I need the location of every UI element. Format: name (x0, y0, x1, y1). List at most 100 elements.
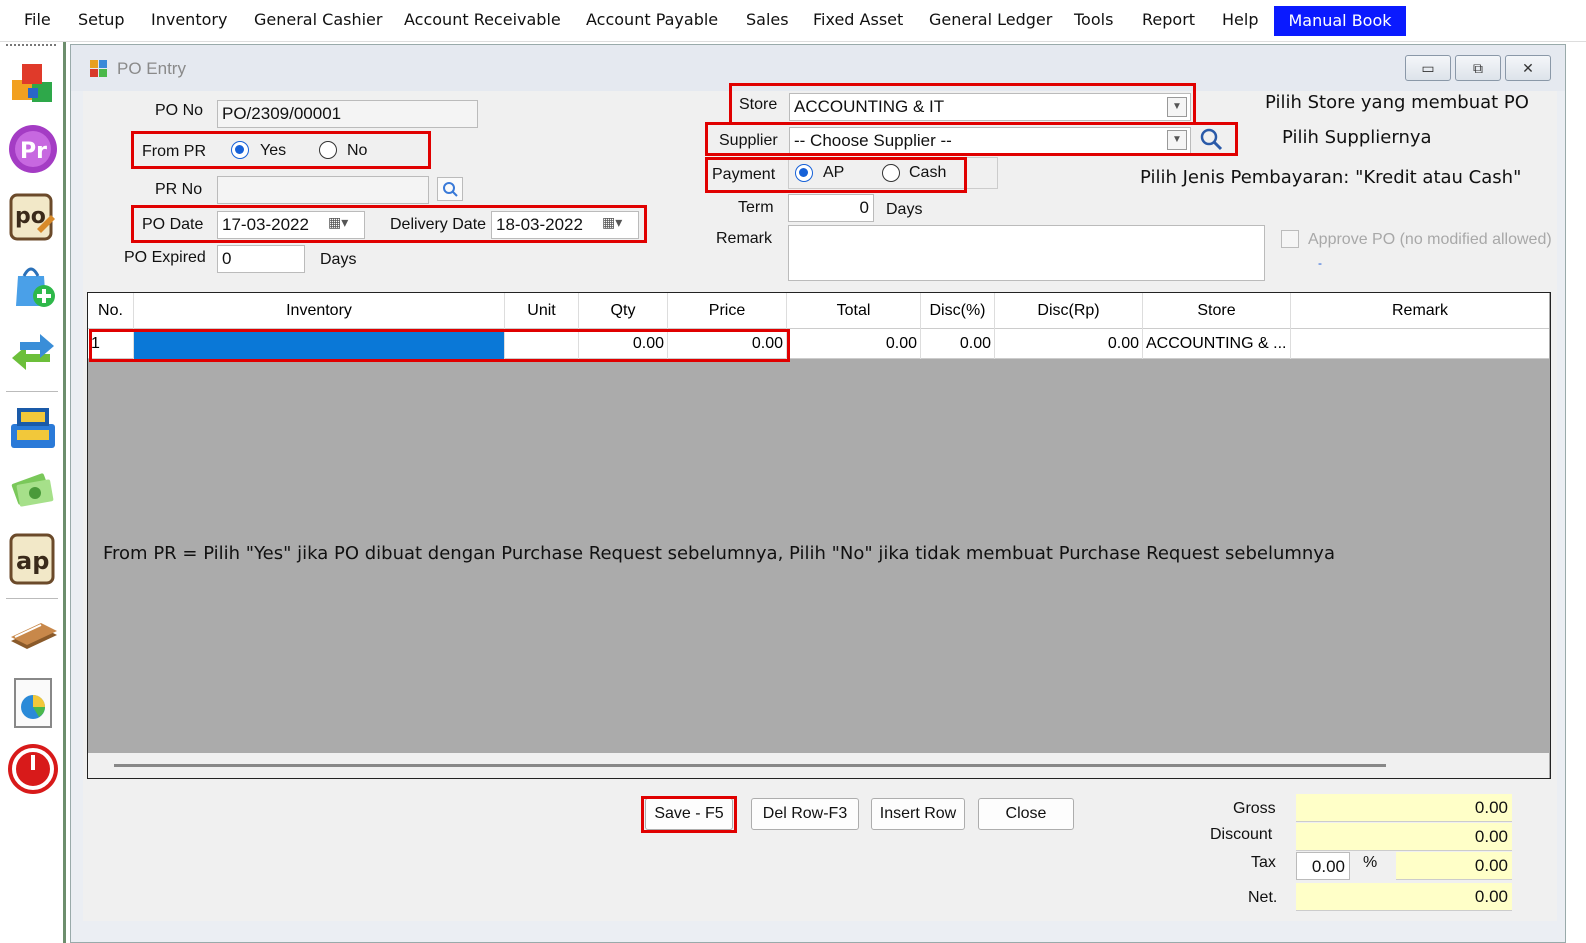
gross-value: 0.00 (1296, 794, 1512, 822)
shopping-bag-add-icon[interactable] (6, 258, 60, 312)
account-payable-icon[interactable]: ap (6, 532, 60, 586)
po-expired-field[interactable]: 0 (217, 245, 305, 273)
toolbar-grip (6, 44, 56, 46)
discount-label: Discount (1210, 826, 1273, 843)
purchase-request-icon[interactable]: Pr (6, 122, 60, 176)
table-row[interactable]: 1 0.00 0.00 0.00 0.00 0.00 ACCOUNTING & … (88, 329, 1549, 359)
col-qty[interactable]: Qty (579, 293, 668, 329)
menu-file[interactable]: File (24, 10, 51, 29)
cell-disc-pct[interactable]: 0.00 (921, 329, 995, 359)
menu-inventory[interactable]: Inventory (151, 10, 227, 29)
toolbar-separator (6, 598, 58, 599)
from-pr-annotation: From PR = Pilih "Yes" jika PO dibuat den… (103, 543, 1335, 564)
col-inventory[interactable]: Inventory (134, 293, 505, 329)
menu-setup[interactable]: Setup (78, 10, 125, 29)
tax-pct-field[interactable]: 0.00 (1296, 852, 1350, 880)
tax-pct-sign: % (1363, 854, 1378, 871)
supplier-select[interactable]: -- Choose Supplier -- (789, 127, 1191, 155)
menu-tools[interactable]: Tools (1074, 10, 1113, 29)
store-select[interactable]: ACCOUNTING & IT (789, 93, 1191, 121)
cell-price[interactable]: 0.00 (668, 329, 787, 359)
col-no[interactable]: No. (88, 293, 134, 329)
del-row-button[interactable]: Del Row-F3 (751, 798, 859, 830)
col-price[interactable]: Price (668, 293, 787, 329)
gross-label: Gross (1233, 800, 1276, 817)
po-expired-days-label: Days (320, 251, 357, 268)
menu-bar: File Setup Inventory General Cashier Acc… (0, 0, 1586, 42)
from-pr-no-radio[interactable] (319, 141, 337, 159)
inventory-boxes-icon[interactable] (6, 56, 60, 110)
transfer-arrows-icon[interactable] (6, 326, 60, 380)
save-button[interactable]: Save - F5 (645, 798, 733, 830)
payment-cash-label: Cash (909, 164, 947, 181)
restore-button[interactable]: ⧉ (1455, 55, 1501, 81)
purchase-order-icon[interactable]: po (6, 190, 60, 244)
cell-disc-rp[interactable]: 0.00 (995, 329, 1143, 359)
horizontal-scrollbar[interactable] (114, 764, 1386, 767)
approve-po-status: - (1318, 256, 1322, 270)
tax-label: Tax (1251, 854, 1276, 871)
payment-ap-radio[interactable] (795, 164, 813, 182)
calendar-icon[interactable]: ▦▾ (602, 214, 622, 231)
menu-account-payable[interactable]: Account Payable (586, 10, 718, 29)
po-no-label: PO No (155, 102, 204, 119)
power-off-icon[interactable] (6, 742, 60, 796)
report-chart-icon[interactable] (6, 676, 60, 730)
payment-cash-radio[interactable] (882, 164, 900, 182)
tax-value: 0.00 (1396, 852, 1512, 880)
po-no-field[interactable]: PO/2309/00001 (217, 100, 478, 128)
menu-general-cashier[interactable]: General Cashier (254, 10, 382, 29)
menu-account-receivable[interactable]: Account Receivable (404, 10, 561, 29)
col-disc-pct[interactable]: Disc(%) (921, 293, 995, 329)
col-remark[interactable]: Remark (1291, 293, 1549, 329)
store-label: Store (739, 96, 778, 113)
supplier-annotation: Pilih Suppliernya (1282, 127, 1432, 148)
chevron-down-icon[interactable]: ▼ (1167, 130, 1187, 150)
from-pr-label: From PR (142, 143, 206, 160)
minimize-button[interactable]: ▭ (1405, 55, 1451, 81)
close-button[interactable]: Close (978, 798, 1074, 830)
term-label: Term (738, 199, 774, 216)
cell-remark[interactable] (1291, 329, 1549, 359)
remark-field[interactable] (788, 225, 1265, 281)
chevron-down-icon[interactable]: ▼ (1167, 97, 1187, 117)
from-pr-no-label: No (347, 142, 368, 159)
money-icon[interactable] (6, 462, 60, 516)
supplier-search-icon[interactable] (1198, 126, 1226, 157)
term-days-label: Days (886, 201, 923, 218)
cashier-register-icon[interactable] (6, 400, 60, 454)
cell-store[interactable]: ACCOUNTING & ... (1143, 329, 1291, 359)
menu-manual-book[interactable]: Manual Book (1274, 6, 1406, 36)
approve-po-label: Approve PO (no modified allowed) (1308, 231, 1552, 248)
col-store[interactable]: Store (1143, 293, 1291, 329)
close-window-button[interactable]: ✕ (1505, 55, 1551, 81)
discount-value[interactable]: 0.00 (1296, 823, 1512, 851)
col-total[interactable]: Total (787, 293, 921, 329)
col-disc-rp[interactable]: Disc(Rp) (995, 293, 1143, 329)
term-field[interactable]: 0 (788, 194, 874, 222)
from-pr-yes-radio[interactable] (231, 141, 249, 159)
col-unit[interactable]: Unit (505, 293, 579, 329)
cell-qty[interactable]: 0.00 (579, 329, 668, 359)
menu-help[interactable]: Help (1222, 10, 1258, 29)
svg-text:Pr: Pr (20, 139, 47, 164)
cell-unit[interactable] (505, 329, 579, 359)
cell-inventory[interactable] (134, 329, 505, 359)
calendar-icon[interactable]: ▦▾ (328, 214, 348, 231)
menu-sales[interactable]: Sales (746, 10, 789, 29)
pr-no-label: PR No (155, 181, 203, 198)
menu-general-ledger[interactable]: General Ledger (929, 10, 1052, 29)
cell-total[interactable]: 0.00 (787, 329, 921, 359)
menu-report[interactable]: Report (1142, 10, 1195, 29)
cell-no[interactable]: 1 (88, 329, 134, 359)
net-value: 0.00 (1296, 883, 1512, 911)
insert-row-button[interactable]: Insert Row (871, 798, 965, 830)
ledger-book-icon[interactable] (6, 606, 60, 660)
approve-po-checkbox[interactable] (1281, 230, 1299, 248)
window-title: PO Entry (117, 59, 186, 78)
menu-fixed-asset[interactable]: Fixed Asset (813, 10, 903, 29)
po-date-label: PO Date (142, 216, 204, 233)
pr-search-icon[interactable] (437, 177, 463, 201)
pr-no-field[interactable] (217, 176, 429, 204)
net-label: Net. (1248, 889, 1278, 906)
